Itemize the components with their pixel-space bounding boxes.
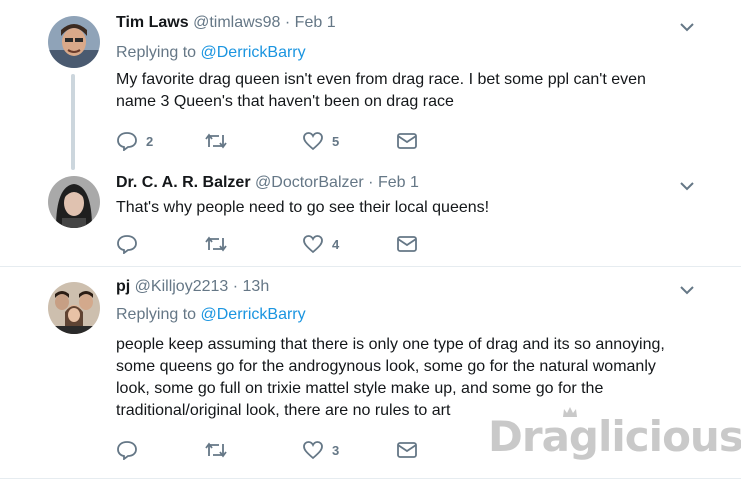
reply-button[interactable]: 2 xyxy=(116,129,153,153)
handle[interactable]: @timlaws98 xyxy=(193,14,280,31)
retweet-button[interactable] xyxy=(204,438,236,462)
like-button[interactable]: 3 xyxy=(302,438,339,462)
handle[interactable]: @DoctorBalzer xyxy=(255,174,364,191)
replying-to: Replying to @DerrickBarry xyxy=(116,44,306,62)
chevron-down-icon[interactable] xyxy=(679,285,695,295)
display-name[interactable]: Tim Laws xyxy=(116,14,189,31)
timestamp[interactable]: · Feb 1 xyxy=(364,174,419,191)
tweet-text: people keep assuming that there is only … xyxy=(116,334,716,422)
tweet-text-line: look, some go full on trixie mattel styl… xyxy=(116,380,604,397)
tweet-text: My favorite drag queen isn't even from d… xyxy=(116,69,716,113)
like-count: 4 xyxy=(332,236,340,252)
reply-icon xyxy=(117,441,137,460)
mention-link[interactable]: @DerrickBarry xyxy=(201,306,306,323)
retweet-icon xyxy=(205,236,227,252)
replying-prefix: Replying to xyxy=(116,44,201,61)
heart-icon xyxy=(303,235,323,254)
reply-button[interactable] xyxy=(116,232,146,256)
display-name[interactable]: Dr. C. A. R. Balzer xyxy=(116,174,251,191)
tweet-text-line: some queens go for the androgynous look,… xyxy=(116,358,656,375)
reply-icon xyxy=(117,235,137,254)
timestamp[interactable]: · Feb 1 xyxy=(280,14,336,31)
chevron-down-icon[interactable] xyxy=(679,181,695,191)
like-button[interactable]: 5 xyxy=(302,129,339,153)
thread-line xyxy=(71,74,75,170)
avatar[interactable] xyxy=(48,176,100,228)
reply-count: 2 xyxy=(146,133,154,149)
timestamp[interactable]: · 13h xyxy=(228,278,269,295)
retweet-icon xyxy=(205,133,227,149)
tweet-text-line: people keep assuming that there is only … xyxy=(116,336,665,353)
avatar[interactable] xyxy=(48,282,100,334)
replying-to: Replying to @DerrickBarry xyxy=(116,306,306,324)
retweet-button[interactable] xyxy=(204,129,236,153)
tweet-text-line: My favorite drag queen isn't even from d… xyxy=(116,71,646,88)
replying-prefix: Replying to xyxy=(116,306,201,323)
dm-button[interactable] xyxy=(396,232,418,256)
like-count: 3 xyxy=(332,442,340,458)
tweet-divider xyxy=(0,478,741,479)
crown-icon xyxy=(563,407,577,417)
like-button[interactable]: 4 xyxy=(302,232,339,256)
tweet-header: pj @Killjoy2213 · 13h xyxy=(116,278,269,296)
tweet-header: Tim Laws @timlaws98 · Feb 1 xyxy=(116,14,336,32)
tweet-actions: 2 5 xyxy=(116,129,436,153)
envelope-icon xyxy=(397,236,417,252)
chevron-down-icon[interactable] xyxy=(679,22,695,32)
envelope-icon xyxy=(397,442,417,458)
reply-button[interactable] xyxy=(116,438,146,462)
display-name[interactable]: pj xyxy=(116,278,130,295)
tweet-actions: 3 xyxy=(116,438,436,462)
avatar[interactable] xyxy=(48,16,100,68)
tweet-divider xyxy=(0,266,741,267)
heart-icon xyxy=(303,132,323,151)
dm-button[interactable] xyxy=(396,438,418,462)
reply-icon xyxy=(117,132,137,151)
tweet-text-line: name 3 Queen's that haven't been on drag… xyxy=(116,93,454,110)
tweet-actions: 4 xyxy=(116,232,436,256)
like-count: 5 xyxy=(332,133,340,149)
dm-button[interactable] xyxy=(396,129,418,153)
retweet-button[interactable] xyxy=(204,232,236,256)
watermark-text: Draglicious xyxy=(488,412,741,461)
envelope-icon xyxy=(397,133,417,149)
watermark-logo: Draglicious xyxy=(488,407,741,461)
tweet-text: That's why people need to go see their l… xyxy=(116,197,716,219)
handle[interactable]: @Killjoy2213 xyxy=(135,278,229,295)
tweet-text-line: That's why people need to go see their l… xyxy=(116,199,490,216)
mention-link[interactable]: @DerrickBarry xyxy=(201,44,306,61)
retweet-icon xyxy=(205,442,227,458)
tweet-header: Dr. C. A. R. Balzer @DoctorBalzer · Feb … xyxy=(116,174,419,192)
heart-icon xyxy=(303,441,323,460)
